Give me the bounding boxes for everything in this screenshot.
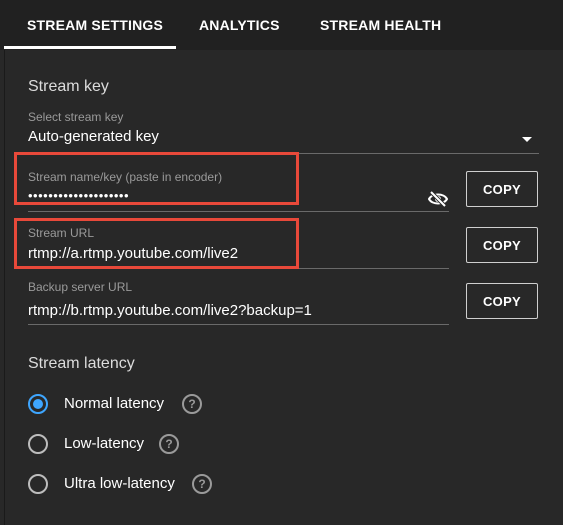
- copy-stream-url-button[interactable]: COPY: [466, 227, 538, 263]
- ultra-low-latency-radio[interactable]: [28, 474, 48, 494]
- stream-settings-panel: Stream key Select stream key Auto-genera…: [4, 50, 563, 525]
- ultra-low-latency-label: Ultra low-latency: [64, 475, 175, 492]
- eye-off-icon[interactable]: [428, 190, 448, 208]
- help-circle-icon[interactable]: ?: [182, 394, 202, 414]
- select-stream-key-value[interactable]: Auto-generated key: [28, 128, 159, 145]
- stream-url-highlight-box: [14, 218, 299, 269]
- stream-key-section-title: Stream key: [28, 78, 109, 95]
- active-tab-indicator: [4, 46, 176, 49]
- copy-backup-url-button[interactable]: COPY: [466, 283, 538, 319]
- stream-latency-section-title: Stream latency: [28, 355, 135, 372]
- backup-url-label: Backup server URL: [28, 280, 133, 294]
- stream-key-underline: [28, 211, 449, 212]
- tab-stream-health[interactable]: STREAM HEALTH: [320, 17, 441, 33]
- stream-key-highlight-box: [14, 152, 299, 205]
- help-circle-icon[interactable]: ?: [192, 474, 212, 494]
- chevron-down-icon[interactable]: [522, 137, 532, 142]
- help-circle-icon[interactable]: ?: [159, 434, 179, 454]
- stream-settings-window: STREAM SETTINGS ANALYTICS STREAM HEALTH …: [0, 0, 563, 525]
- tab-bar: STREAM SETTINGS ANALYTICS STREAM HEALTH: [0, 0, 563, 50]
- tab-analytics[interactable]: ANALYTICS: [199, 17, 280, 33]
- copy-stream-key-button[interactable]: COPY: [466, 171, 538, 207]
- backup-url-input[interactable]: rtmp://b.rtmp.youtube.com/live2?backup=1: [28, 302, 312, 319]
- backup-url-underline: [28, 324, 449, 325]
- low-latency-radio[interactable]: [28, 434, 48, 454]
- select-stream-key-label: Select stream key: [28, 110, 124, 124]
- normal-latency-radio[interactable]: [28, 394, 48, 414]
- tab-stream-settings[interactable]: STREAM SETTINGS: [27, 17, 163, 33]
- low-latency-label: Low-latency: [64, 435, 145, 452]
- normal-latency-label: Normal latency: [64, 395, 165, 412]
